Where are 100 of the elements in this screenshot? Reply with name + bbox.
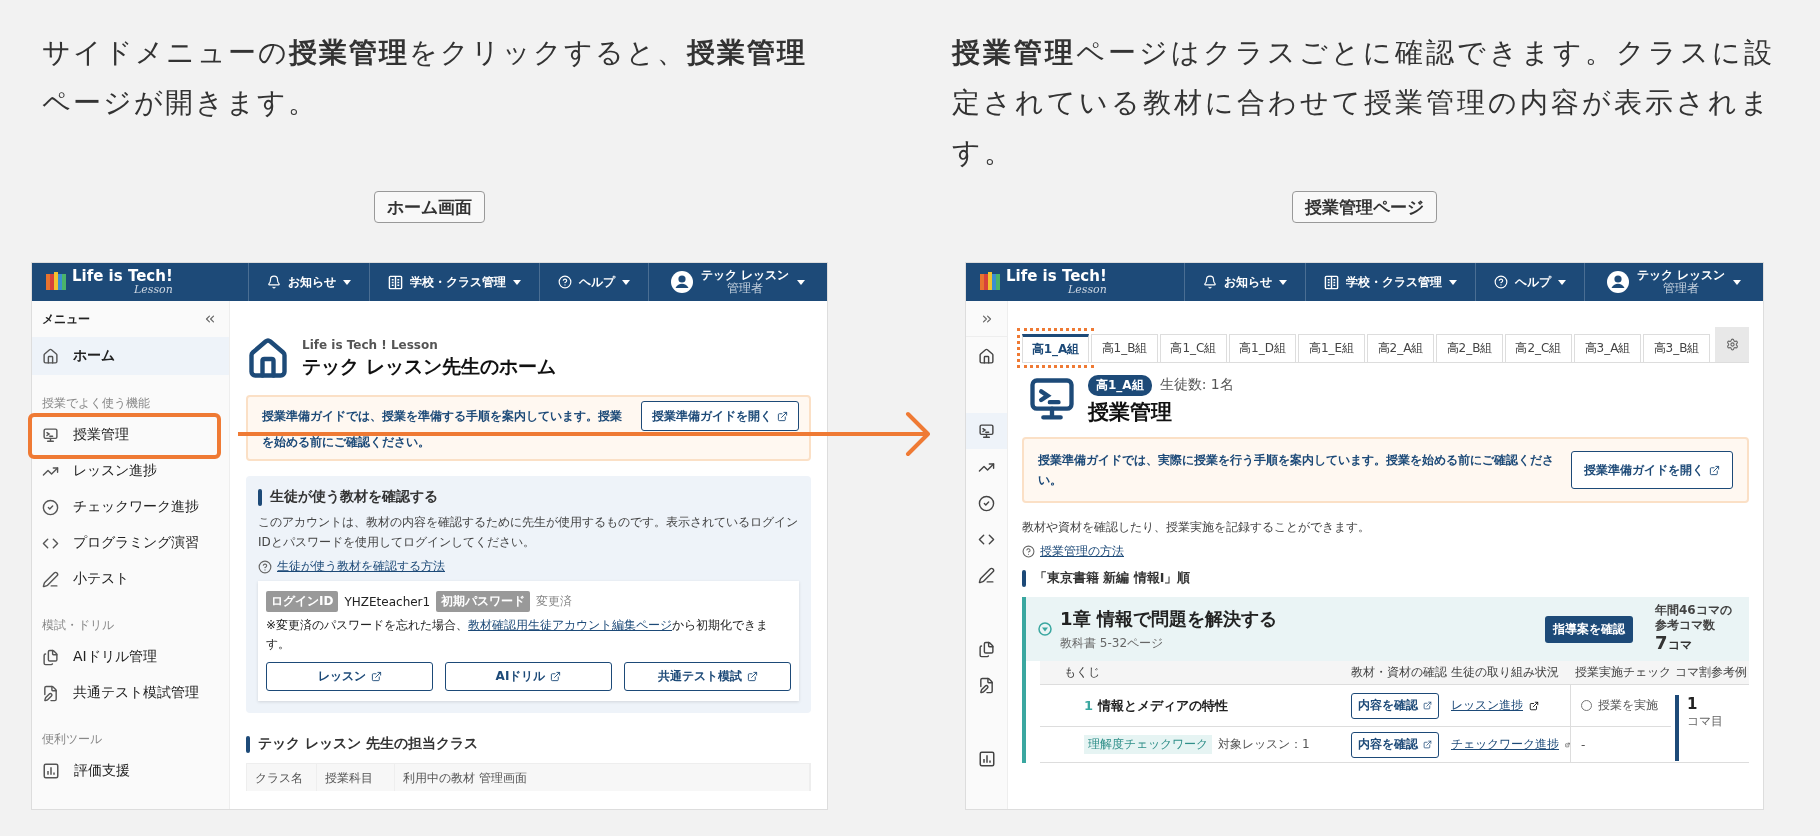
column-header: 利用中の教材 管理画面 [395, 764, 810, 791]
open-material-button[interactable]: レッスン [266, 662, 433, 691]
chapter-title: 1章 情報で問題を解決する [1060, 606, 1277, 631]
help-icon [258, 559, 272, 574]
column-header: 生徒の取り組み状況 [1447, 661, 1571, 685]
help-link[interactable]: 授業管理の方法 [1040, 543, 1124, 560]
document-edit-icon [42, 684, 59, 702]
period-unit: コマ目 [1687, 713, 1723, 730]
section-heading: 模試・ドリル [41, 617, 114, 634]
caret-icon [1278, 279, 1287, 285]
document-edit-icon [978, 676, 995, 694]
column-header: コマ割参考例 [1671, 661, 1749, 685]
building-icon [387, 274, 403, 290]
instruction-text: サイドメニューの授業管理をクリックすると、授業管理ページが開きます。 [42, 35, 808, 121]
edit-page-link[interactable]: 教材確認用生徒アカウント編集ページ [468, 618, 673, 632]
nav-menu-button[interactable]: 学校・クラス管理 [1304, 263, 1475, 301]
caret-icon [512, 279, 521, 285]
sidebar-item[interactable]: ホーム [32, 337, 229, 375]
class-tab[interactable]: 高3_B組 [1643, 334, 1710, 362]
progress-link[interactable]: チェックワーク進捗 [1451, 736, 1559, 753]
bar-chart-icon [42, 762, 60, 780]
screen-caption: ホーム画面 [374, 191, 485, 223]
caret-icon [1448, 279, 1457, 285]
class-tab[interactable]: 高1_C組 [1160, 334, 1227, 362]
help-link[interactable]: 生徒が使う教材を確認する方法 [277, 558, 445, 575]
nav-menu-button[interactable]: お知らせ [1183, 263, 1305, 301]
external-link-icon [1709, 464, 1720, 476]
class-tab[interactable]: 高3_A組 [1574, 334, 1641, 362]
open-material-button[interactable]: AIドリル [445, 662, 612, 691]
description-text: このアカウントは、教材の内容を確認するために先生が使用するものです。表示されているログインIDとパスワードを使用してログインしてください。 [258, 514, 799, 551]
pen-icon [978, 566, 995, 584]
check-circle-icon [978, 494, 995, 512]
column-header: 授業実施チェック [1571, 661, 1671, 685]
progress-link[interactable]: レッスン進捗 [1451, 697, 1523, 714]
collapse-icon[interactable] [203, 312, 217, 326]
instruction-text: 授業管理ページはクラスごとに確認できます。クラスに設定されている教材に合わせて授業管理の内容が表示されます。 [952, 35, 1776, 171]
sidebar-item[interactable]: 評価支援 [32, 753, 229, 789]
guide-button[interactable]: 授業準備ガイドを開く [641, 401, 799, 431]
avatar-icon [1606, 271, 1629, 293]
column-header: 教材・資材の確認 [1347, 661, 1447, 685]
class-tab[interactable]: 高1_D組 [1229, 334, 1296, 362]
annual-label: 年間46コマの参考コマ数 [1655, 603, 1733, 633]
description-text: 教材や資材を確認したり、授業実施を記録することができます。 [1022, 519, 1371, 536]
collapse-toggle-icon[interactable] [1038, 622, 1052, 636]
radio-label: 授業を実施 [1598, 697, 1658, 714]
logo-subtitle: Lesson [133, 284, 173, 295]
view-content-button[interactable]: 内容を確認 [1351, 731, 1439, 758]
caret-icon [797, 279, 805, 285]
building-icon [1323, 274, 1339, 290]
help-icon [1022, 545, 1035, 558]
page-title: テック レッスン先生のホーム [302, 354, 556, 379]
help-icon [1493, 275, 1508, 289]
sidebar-item[interactable]: チェックワーク進捗 [32, 489, 229, 525]
nav-menu-button[interactable]: ヘルプ [538, 263, 648, 301]
section-heading: 「東京書籍 新編 情報I」順 [1034, 570, 1191, 587]
lesson-plan-button[interactable]: 指導案を確認 [1545, 615, 1633, 643]
open-material-button[interactable]: 共通テスト模試 [624, 662, 791, 691]
class-tab[interactable]: 高1_B組 [1091, 334, 1158, 362]
caret-icon [621, 279, 630, 285]
logo-subtitle: Lesson [1067, 284, 1107, 295]
caret-icon [342, 279, 351, 285]
user-menu-button[interactable]: テック レッスン 管理者 [647, 263, 827, 301]
nav-menu-button[interactable]: 学校・クラス管理 [368, 263, 539, 301]
class-tab[interactable]: 高1_E組 [1298, 334, 1365, 362]
note-text: ※変更済のパスワードを忘れた場合、教材確認用生徒アカウント編集ページから初期化できます。 [266, 617, 770, 653]
nav-menu-button[interactable]: ヘルプ [1474, 263, 1584, 301]
column-header: クラス名 [247, 764, 317, 791]
sidebar-item[interactable]: 小テスト [32, 561, 229, 597]
bar-chart-icon [977, 750, 996, 768]
pen-icon [42, 570, 59, 588]
label-badge: 初期パスワード [436, 591, 531, 612]
sidebar-item[interactable]: プログラミング演習 [32, 525, 229, 561]
sidebar-item[interactable]: AIドリル管理 [32, 639, 229, 675]
logo-text: Life is Tech! [72, 269, 173, 284]
column-header: 授業科目 [317, 764, 395, 791]
home-icon [42, 347, 59, 365]
settings-button[interactable] [1715, 327, 1749, 362]
page-title: 授業管理 [1088, 398, 1172, 426]
logo-icon [46, 272, 66, 292]
class-tab[interactable]: 高2_B組 [1436, 334, 1503, 362]
radio-button[interactable] [1581, 700, 1592, 711]
sidebar-item[interactable]: レッスン進捗 [32, 453, 229, 489]
user-menu-button[interactable]: テック レッスン 管理者 [1583, 263, 1763, 301]
nav-menu-button[interactable]: お知らせ [247, 263, 369, 301]
guide-button[interactable]: 授業準備ガイドを開く [1571, 451, 1733, 489]
home-icon [978, 347, 995, 365]
view-content-button[interactable]: 内容を確認 [1351, 692, 1439, 719]
external-link-icon [1529, 700, 1539, 711]
sidebar-item[interactable]: 共通テスト模試管理 [32, 675, 229, 711]
login-id: YHZEteacher1 [344, 594, 431, 609]
sidebar-item[interactable]: 授業管理 [32, 417, 229, 453]
class-tab[interactable]: 高2_C組 [1505, 334, 1572, 362]
class-tab[interactable]: 高1_A組 [1022, 334, 1089, 362]
terminal-monitor-icon [42, 426, 59, 444]
settings-icon [1725, 338, 1739, 351]
documents-icon [978, 640, 995, 658]
rail-item[interactable] [966, 413, 1007, 449]
class-tab[interactable]: 高2_A組 [1367, 334, 1434, 362]
bell-icon [1202, 275, 1217, 289]
check-circle-icon [42, 498, 59, 516]
